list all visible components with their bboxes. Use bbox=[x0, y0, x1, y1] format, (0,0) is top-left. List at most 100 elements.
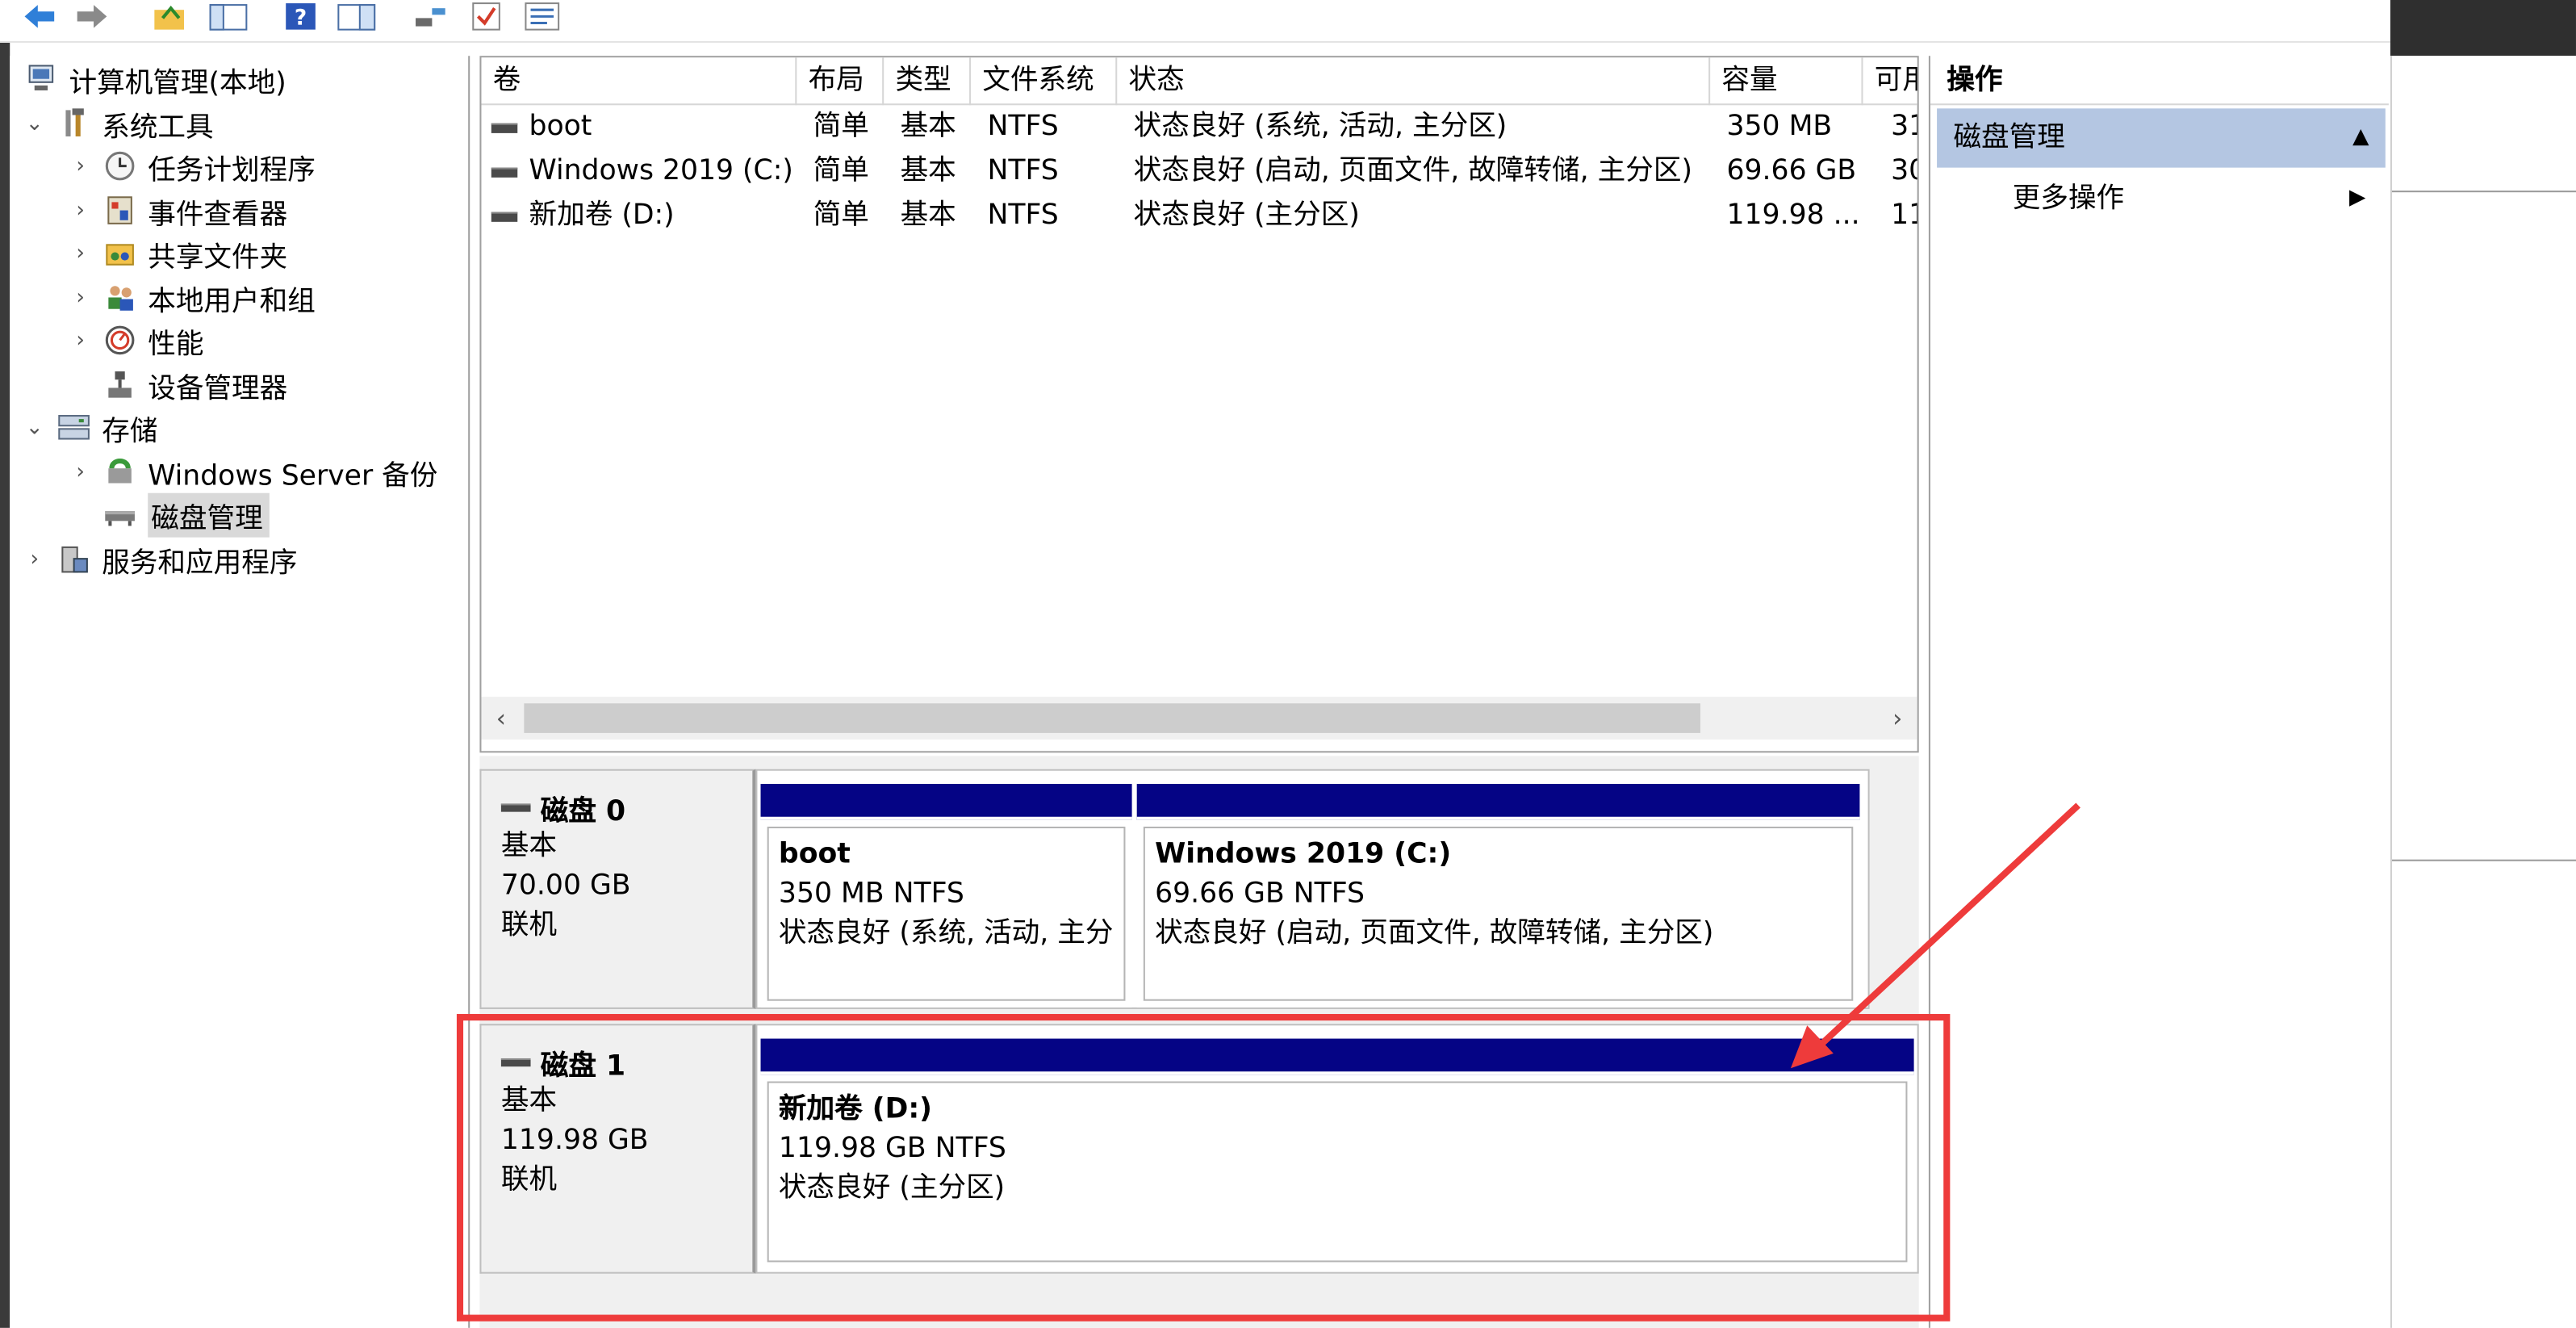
free-space-cell: 316 bbox=[1891, 110, 1917, 144]
show-hide-action-pane-icon[interactable] bbox=[335, 0, 378, 33]
tree-label: 本地用户和组 bbox=[148, 285, 316, 318]
tree-label: Windows Server 备份 bbox=[148, 459, 438, 492]
partition-size: 350 MB NTFS bbox=[778, 878, 964, 911]
tree-item-local-users-groups[interactable]: › 本地用户和组 bbox=[69, 276, 315, 319]
forward-icon[interactable] bbox=[73, 0, 112, 33]
table-row[interactable]: Windows 2019 (C:) 简单 基本 NTFS 状态良好 (启动, 页… bbox=[481, 149, 1917, 194]
layout-cell: 简单 bbox=[813, 154, 869, 188]
checkmark-icon[interactable] bbox=[470, 0, 503, 33]
tree-item-storage[interactable]: ⌄ 存储 bbox=[23, 406, 157, 449]
column-header-free-space[interactable]: 可用 bbox=[1863, 57, 1917, 105]
action-section-disk-management[interactable]: 磁盘管理 ▲ bbox=[1937, 108, 2386, 168]
column-header-status[interactable]: 状态 bbox=[1117, 57, 1711, 106]
filesystem-cell: NTFS bbox=[987, 199, 1059, 233]
submenu-arrow-icon: ▶ bbox=[2349, 186, 2366, 211]
volume-list-header: 卷 布局 类型 文件系统 状态 容量 可用 bbox=[481, 57, 1917, 106]
tree-label: 服务和应用程序 bbox=[102, 546, 298, 580]
chevron-right-icon[interactable]: › bbox=[69, 459, 91, 484]
tree-item-windows-server-backup[interactable]: › Windows Server 备份 bbox=[69, 450, 437, 493]
tree-item-disk-management[interactable]: 磁盘管理 bbox=[102, 492, 270, 537]
users-icon bbox=[102, 279, 138, 316]
partition-windows-c[interactable]: Windows 2019 (C:) 69.66 GB NTFS 状态良好 (启动… bbox=[1136, 784, 1860, 1008]
chevron-right-icon[interactable]: › bbox=[69, 153, 91, 178]
chevron-right-icon[interactable]: › bbox=[69, 241, 91, 266]
scrollbar-thumb[interactable] bbox=[524, 703, 1700, 733]
back-icon[interactable] bbox=[19, 0, 59, 33]
tree-label: 设备管理器 bbox=[148, 372, 288, 405]
tree-item-services-applications[interactable]: › 服务和应用程序 bbox=[23, 538, 297, 580]
capacity-cell: 69.66 GB bbox=[1726, 154, 1857, 188]
disk-0-partitions: boot 350 MB NTFS 状态良好 (系统, 活动, 主分 Window… bbox=[755, 769, 1870, 1009]
volume-cell: boot bbox=[491, 105, 797, 149]
column-header-volume[interactable]: 卷 bbox=[481, 57, 797, 106]
column-header-filesystem[interactable]: 文件系统 bbox=[971, 57, 1118, 106]
properties-icon[interactable] bbox=[522, 0, 562, 33]
partition-bar bbox=[760, 784, 1132, 820]
svg-text:?: ? bbox=[295, 6, 307, 31]
disk-management-icon bbox=[102, 496, 138, 533]
show-hide-console-tree-icon[interactable] bbox=[207, 0, 249, 33]
tree-item-device-manager[interactable]: 设备管理器 bbox=[102, 363, 287, 406]
connect-icon[interactable] bbox=[411, 0, 450, 33]
computer-management-window: ? 计算机管理(本地) ⌄ 系统工具 › 任务计划程序 › 事件查看器 › 共享… bbox=[0, 0, 2576, 1328]
performance-icon bbox=[102, 322, 138, 358]
highlight-box bbox=[456, 1014, 1951, 1322]
partition-name: Windows 2019 (C:) bbox=[1155, 838, 1452, 871]
chevron-right-icon[interactable]: › bbox=[69, 328, 91, 353]
drive-icon bbox=[491, 211, 518, 221]
chevron-right-icon[interactable]: › bbox=[69, 198, 91, 223]
partition-boot[interactable]: boot 350 MB NTFS 状态良好 (系统, 活动, 主分 bbox=[760, 784, 1132, 1008]
volume-list: 卷 布局 类型 文件系统 状态 容量 可用 boot 简单 基本 NTFS 状态… bbox=[479, 56, 1919, 753]
tree-label: 系统工具 bbox=[102, 111, 214, 145]
status-cell: 状态良好 (主分区) bbox=[1133, 199, 1360, 233]
disk-title: 磁盘 0 bbox=[500, 787, 752, 827]
tree-item-event-viewer[interactable]: › 事件查看器 bbox=[69, 189, 287, 232]
scroll-left-icon[interactable]: ‹ bbox=[481, 697, 521, 739]
status-cell: 状态良好 (系统, 活动, 主分区) bbox=[1133, 110, 1508, 144]
chevron-down-icon[interactable]: ⌄ bbox=[23, 111, 45, 136]
tree-label: 事件查看器 bbox=[148, 198, 288, 232]
capacity-cell: 119.98 ... bbox=[1726, 199, 1860, 233]
tree-item-task-scheduler[interactable]: › 任务计划程序 bbox=[69, 145, 316, 187]
free-space-cell: 30. bbox=[1891, 154, 1917, 188]
window-edge bbox=[0, 0, 10, 1328]
scroll-right-icon[interactable]: › bbox=[1878, 697, 1917, 739]
layout-cell: 简单 bbox=[813, 199, 869, 233]
free-space-cell: 119 bbox=[1891, 199, 1917, 233]
chevron-right-icon[interactable]: › bbox=[69, 285, 91, 310]
tree-item-shared-folders[interactable]: › 共享文件夹 bbox=[69, 232, 287, 274]
background-window-edge bbox=[2390, 56, 2576, 1328]
tools-icon bbox=[56, 105, 92, 141]
drive-icon bbox=[491, 122, 518, 132]
more-actions-item[interactable]: 更多操作 ▶ bbox=[1937, 174, 2386, 224]
chevron-right-icon[interactable]: › bbox=[23, 547, 45, 572]
volume-cell: 新加卷 (D:) bbox=[491, 194, 797, 238]
column-header-layout[interactable]: 布局 bbox=[797, 57, 884, 106]
device-manager-icon bbox=[102, 367, 138, 403]
console-tree: 计算机管理(本地) ⌄ 系统工具 › 任务计划程序 › 事件查看器 › 共享文件… bbox=[10, 56, 470, 1328]
tree-label: 任务计划程序 bbox=[148, 153, 316, 187]
action-section-label: 磁盘管理 bbox=[1953, 121, 2065, 155]
column-header-capacity[interactable]: 容量 bbox=[1710, 57, 1863, 106]
type-cell: 基本 bbox=[900, 199, 956, 233]
collapse-up-icon[interactable]: ▲ bbox=[2352, 108, 2369, 167]
tree-root-computer-management[interactable]: 计算机管理(本地) bbox=[23, 57, 286, 100]
disk-name: 磁盘 0 bbox=[540, 794, 626, 827]
partition-bar bbox=[1136, 784, 1860, 820]
up-folder-icon[interactable] bbox=[151, 0, 187, 33]
shared-folder-icon bbox=[102, 235, 138, 271]
disk-0-label[interactable]: 磁盘 0 基本 70.00 GB 联机 bbox=[479, 769, 756, 1009]
chevron-down-icon[interactable]: ⌄ bbox=[23, 415, 45, 440]
table-row[interactable]: boot 简单 基本 NTFS 状态良好 (系统, 活动, 主分区) 350 M… bbox=[481, 105, 1917, 149]
filesystem-cell: NTFS bbox=[987, 110, 1059, 144]
tree-label: 计算机管理(本地) bbox=[69, 66, 286, 100]
horizontal-scrollbar[interactable]: ‹ › bbox=[481, 697, 1917, 740]
column-header-type[interactable]: 类型 bbox=[884, 57, 972, 106]
table-row[interactable]: 新加卷 (D:) 简单 基本 NTFS 状态良好 (主分区) 119.98 ..… bbox=[481, 194, 1917, 238]
volume-name: 新加卷 (D:) bbox=[529, 199, 675, 233]
layout-cell: 简单 bbox=[813, 110, 869, 144]
tree-label: 性能 bbox=[148, 328, 204, 361]
help-icon[interactable]: ? bbox=[282, 0, 319, 33]
tree-item-performance[interactable]: › 性能 bbox=[69, 319, 203, 362]
tree-item-system-tools[interactable]: ⌄ 系统工具 bbox=[23, 102, 214, 145]
